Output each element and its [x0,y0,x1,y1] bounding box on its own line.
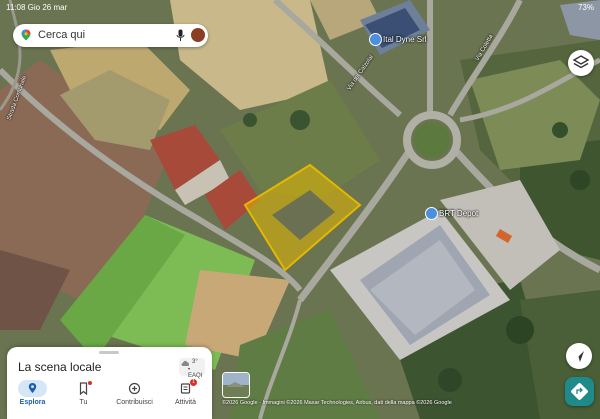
aqi-label: • EAQI [188,367,203,379]
notification-dot [88,381,92,385]
microphone-icon[interactable] [176,29,185,42]
tab-attivita[interactable]: 1 Attività [160,379,211,419]
tab-label: Tu [79,399,88,406]
layers-button[interactable] [568,50,594,76]
search-input[interactable]: Cerca qui [38,29,85,41]
battery-level: 73% [577,3,594,12]
avatar[interactable] [191,28,205,42]
layers-icon [572,55,590,69]
place-label[interactable]: Ital Dyne Srl [383,35,427,44]
tab-tu[interactable]: Tu [58,379,109,419]
navigation-arrow-icon [574,351,584,362]
drag-handle[interactable] [99,351,119,354]
search-bar[interactable]: Cerca qui [13,24,208,47]
place-marker-icon[interactable] [425,207,438,220]
temperature-value: 3° [192,359,198,365]
tab-label: Contribuisci [116,399,153,406]
my-location-button[interactable] [566,343,592,369]
street-view-thumbnail[interactable] [222,372,250,398]
tab-label: Esplora [19,399,46,406]
status-bar: 11:08 Gio 26 mar 73% [0,0,600,16]
tab-esplora[interactable]: Esplora [7,379,58,419]
bottom-nav: Esplora Tu Contribuisci 1 Attività [7,379,212,419]
directions-button[interactable] [565,377,594,406]
cloud-icon [181,360,190,366]
location-pin-icon [28,383,37,393]
status-time: 11:08 Gio 26 mar [6,3,68,12]
air-quality-badge[interactable]: 3° • EAQI [179,358,205,379]
bottom-sheet[interactable]: La scena locale 3° • EAQI Esplora Tu Con… [7,347,212,419]
tab-label: Attività [174,399,196,406]
landscape-preview-icon [223,373,249,397]
place-marker-icon[interactable] [369,33,382,46]
sheet-title: La scena locale [18,360,102,374]
directions-icon [571,383,588,400]
tab-contribuisci[interactable]: Contribuisci [109,379,160,419]
google-maps-pin-icon [21,29,31,41]
add-circle-icon [128,382,141,395]
place-label[interactable]: BRT Depot [439,209,478,218]
notification-badge: 1 [190,379,197,386]
map-attribution: ©2026 Google · Immagini ©2026 Maxar Tech… [222,400,452,406]
